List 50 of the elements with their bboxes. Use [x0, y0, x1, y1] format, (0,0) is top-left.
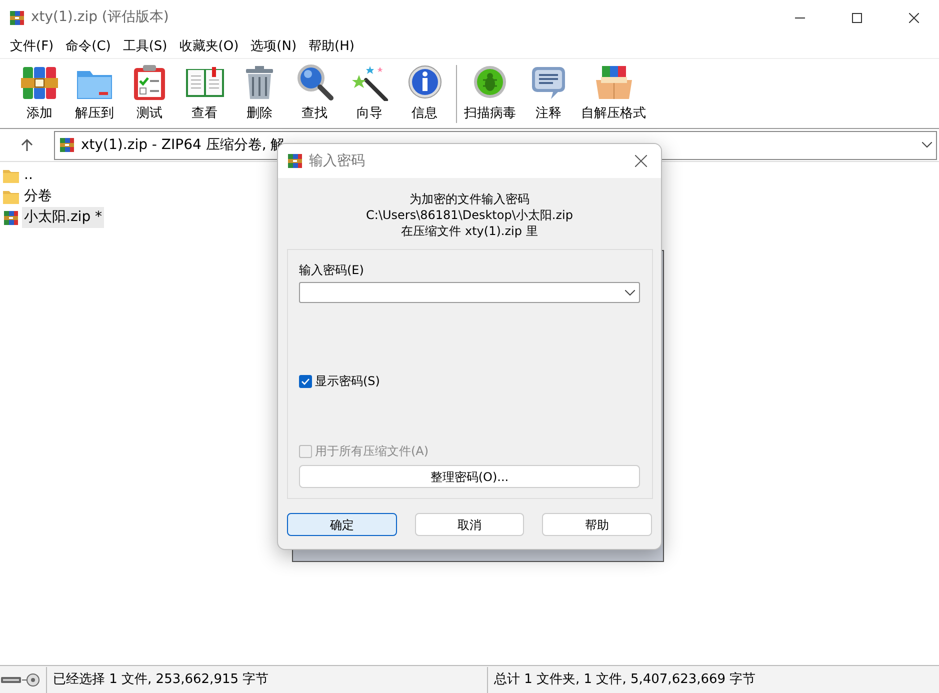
folder-icon: [3, 188, 19, 204]
up-arrow-icon: [21, 139, 33, 151]
toolbar-button[interactable]: 查找: [287, 63, 342, 124]
password-field[interactable]: [299, 282, 640, 303]
dialog-button[interactable]: 帮助: [542, 513, 652, 536]
toolbar-button[interactable]: 注释: [521, 63, 576, 124]
dialog-button[interactable]: 确定: [287, 513, 397, 536]
archive-icon: [287, 153, 303, 169]
menu-item[interactable]: 帮助(H): [302, 36, 360, 56]
message-text: 在压缩文件 xty(1).zip 里: [401, 223, 538, 239]
status-text: 已经选择 1 文件, 253,662,915 字节: [52, 670, 270, 689]
app-icon: [9, 10, 25, 26]
folder-icon: [3, 168, 19, 184]
window-title: xty(1).zip (评估版本): [31, 8, 169, 27]
dialog-button[interactable]: 取消: [414, 513, 524, 536]
toolbar-button[interactable]: 向导: [342, 63, 397, 124]
checkbox-label: 显示密码(S): [315, 373, 380, 390]
toolbar-button[interactable]: 添加: [12, 63, 67, 124]
checkbox[interactable]: [299, 374, 312, 388]
status-text: 总计 1 文件夹, 1 文件, 5,407,623,669 字节: [493, 670, 756, 689]
message-text: 为加密的文件输入密码: [410, 191, 530, 207]
menu-item[interactable]: 工具(S): [116, 36, 174, 56]
toolbar-button[interactable]: 删除: [232, 63, 287, 124]
close-icon: [908, 12, 918, 22]
archive-icon: [3, 210, 19, 226]
archive-icon: [59, 137, 75, 153]
toolbar-button[interactable]: 查看: [177, 63, 232, 124]
menu-item[interactable]: 收藏夹(O): [173, 36, 245, 56]
toolbar-button[interactable]: 扫描病毒: [459, 63, 521, 124]
toolbar-button[interactable]: 信息: [397, 63, 452, 124]
close-icon: [635, 155, 647, 167]
message-text: C:\Users\86181\Desktop\小太阳.zip: [366, 207, 573, 223]
search-icon: [294, 63, 334, 101]
drive-icon: [0, 672, 42, 686]
menu-item[interactable]: 命令(C): [60, 36, 117, 56]
file-name[interactable]: ..: [22, 165, 35, 186]
toolbar-button[interactable]: 解压到: [67, 63, 122, 124]
organize-passwords-button[interactable]: 整理密码(O)...: [299, 465, 640, 488]
menu-item[interactable]: 选项(N): [244, 36, 303, 56]
maximize-icon: [852, 12, 862, 22]
toolbar-button[interactable]: 自解压格式: [576, 63, 651, 124]
file-name[interactable]: 小太阳.zip *: [22, 207, 104, 228]
toolbar-button[interactable]: 测试: [122, 63, 177, 124]
chevron-down-icon: [625, 290, 635, 296]
menu-item[interactable]: 文件(F): [4, 36, 60, 56]
checkbox-label: 用于所有压缩文件(A): [315, 443, 429, 460]
file-name[interactable]: 分卷: [22, 186, 54, 207]
field-label: 输入密码(E): [299, 262, 365, 279]
archive-box-icon: [594, 63, 634, 101]
chevron-down-icon: [922, 142, 932, 148]
